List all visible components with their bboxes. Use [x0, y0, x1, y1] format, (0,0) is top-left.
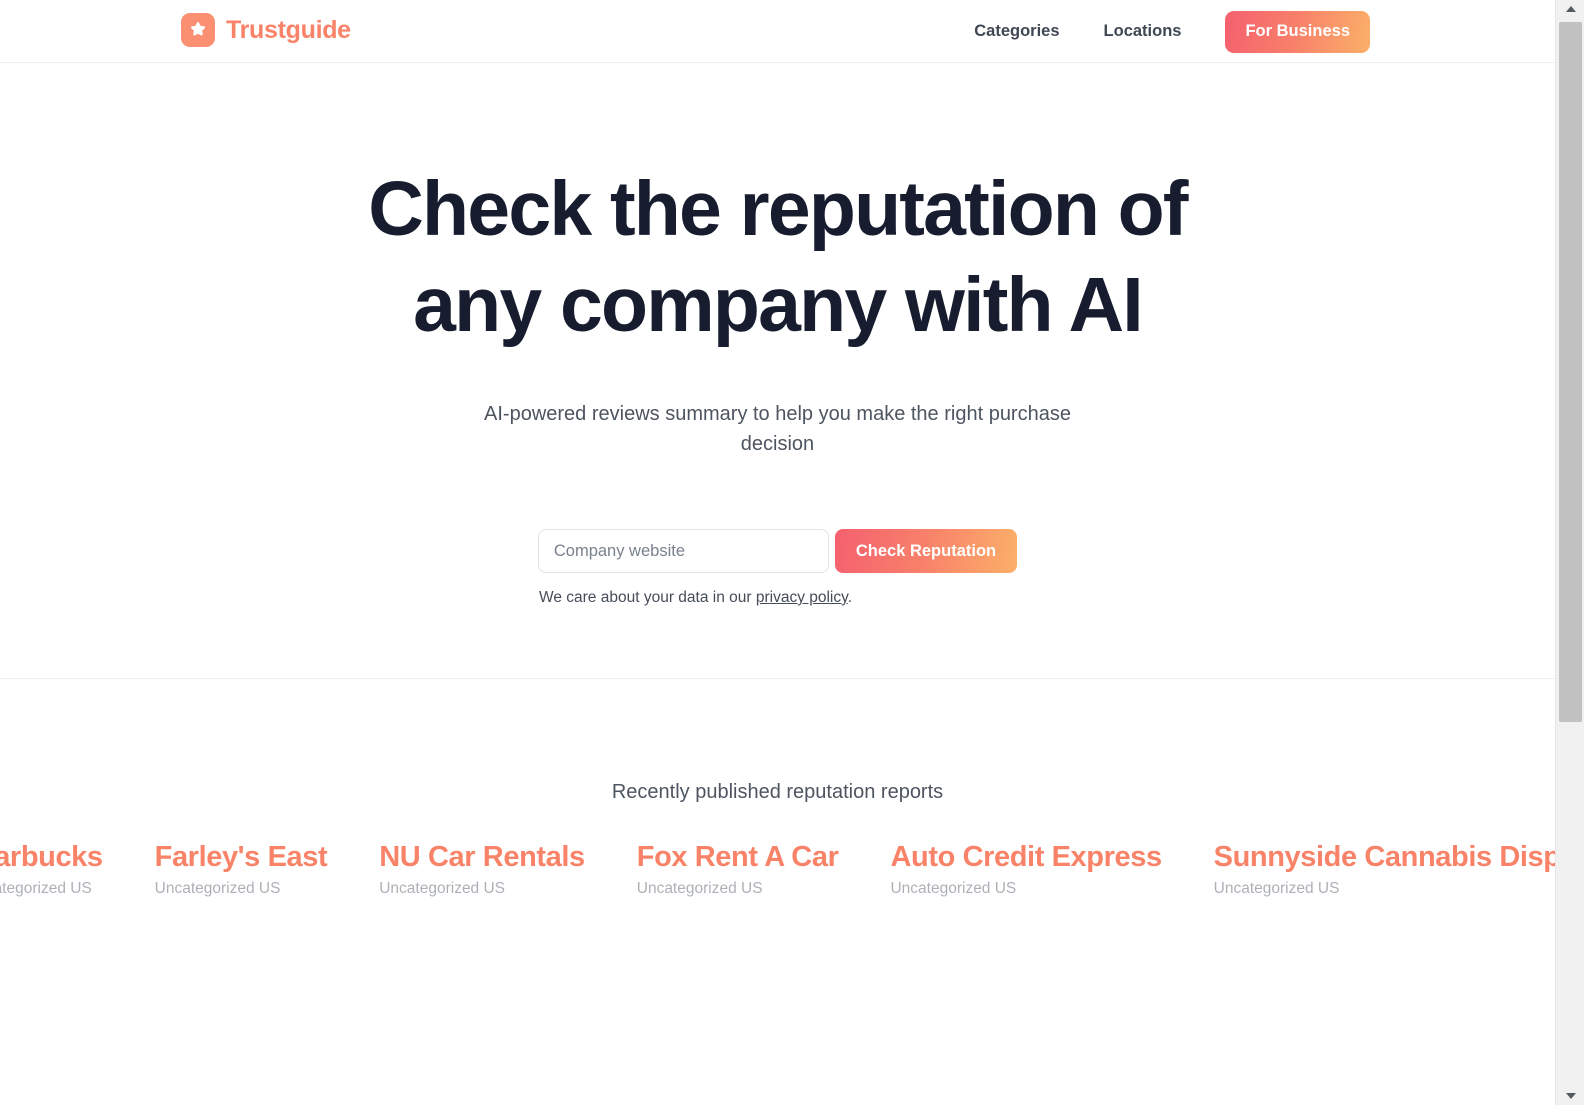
page-root: Trustguide Categories Locations For Busi… — [0, 0, 1584, 1105]
nav-link-locations[interactable]: Locations — [1082, 22, 1204, 41]
page-scrollbar[interactable] — [1555, 0, 1584, 1105]
report-card-name: Auto Credit Express — [890, 841, 1162, 873]
brand-logo-link[interactable]: Trustguide — [181, 13, 351, 47]
report-card-meta: Uncategorized US — [379, 880, 506, 897]
report-card-name: Sunnyside Cannabis Dispensary — [1213, 841, 1555, 873]
privacy-note-prefix: We care about your data in our — [539, 589, 756, 606]
hero-subtitle: AI-powered reviews summary to help you m… — [484, 403, 1071, 455]
star-icon — [181, 13, 215, 47]
report-card[interactable]: NU Car Rentals Uncategorized US — [353, 838, 611, 900]
brand-name: Trustguide — [226, 15, 351, 44]
hero-section: Check the reputation of any company with… — [0, 63, 1555, 679]
report-card[interactable]: Sunnyside Cannabis Dispensary Uncategori… — [1188, 838, 1555, 900]
check-reputation-button[interactable]: Check Reputation — [834, 529, 1018, 573]
privacy-note-suffix: . — [847, 589, 853, 606]
hero-title-line-2: any company with AI — [413, 262, 1144, 348]
hero-title-line-1: Check the reputation of — [368, 166, 1188, 252]
for-business-button[interactable]: For Business — [1225, 10, 1370, 53]
privacy-policy-link[interactable]: privacy policy — [756, 589, 848, 606]
scrollbar-down-arrow-icon[interactable] — [1556, 1087, 1584, 1105]
reports-carousel[interactable]: Starbucks Uncategorized US Farley's East… — [0, 838, 1555, 918]
privacy-note: We care about your data in our privacy p… — [0, 589, 1555, 607]
report-card-meta: Uncategorized US — [154, 880, 281, 897]
recent-reports-title: Recently published reputation reports — [611, 781, 944, 803]
report-card-name: Farley's East — [154, 841, 328, 873]
recent-reports-section: Recently published reputation reports St… — [0, 679, 1555, 918]
reports-carousel-track: Starbucks Uncategorized US Farley's East… — [0, 838, 1555, 900]
report-card-meta: Uncategorized US — [0, 880, 92, 897]
page-title: Check the reputation of any company with… — [278, 161, 1278, 353]
report-card[interactable]: Farley's East Uncategorized US — [129, 838, 354, 900]
report-card-name: Fox Rent A Car — [636, 841, 839, 873]
reputation-search-form: Check Reputation — [0, 529, 1555, 573]
report-card[interactable]: Fox Rent A Car Uncategorized US — [611, 838, 865, 900]
report-card[interactable]: Starbucks Uncategorized US — [0, 838, 129, 900]
page-viewport: Trustguide Categories Locations For Busi… — [0, 0, 1555, 1105]
report-card-meta: Uncategorized US — [636, 880, 763, 897]
report-card[interactable]: Auto Credit Express Uncategorized US — [864, 838, 1187, 900]
nav-link-categories[interactable]: Categories — [952, 22, 1081, 41]
scrollbar-up-arrow-icon[interactable] — [1556, 0, 1584, 18]
report-card-meta: Uncategorized US — [890, 880, 1017, 897]
report-card-meta: Uncategorized US — [1213, 880, 1340, 897]
company-website-input[interactable] — [537, 529, 829, 573]
report-card-name: Starbucks — [0, 841, 103, 873]
scrollbar-thumb[interactable] — [1559, 22, 1582, 722]
report-card-name: NU Car Rentals — [379, 841, 585, 873]
primary-nav: Categories Locations For Business — [952, 0, 1370, 63]
site-header: Trustguide Categories Locations For Busi… — [0, 0, 1555, 63]
